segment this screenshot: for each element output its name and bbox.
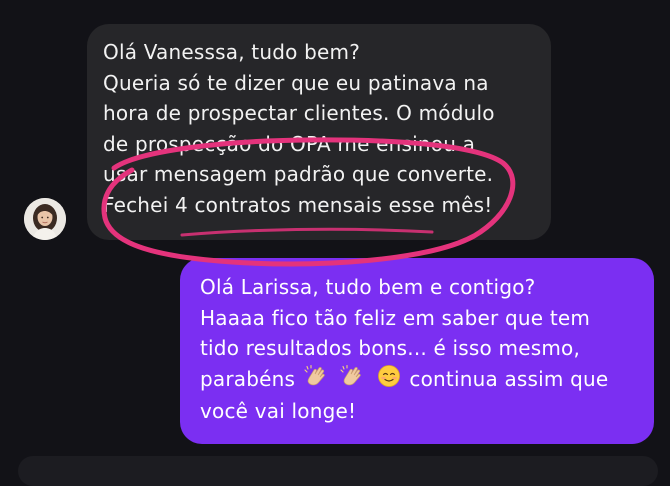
outgoing-text-fragment: parabéns (200, 366, 296, 391)
incoming-message-line: Queria só te dizer que eu patinava na (103, 70, 489, 95)
outgoing-message-line: Olá Larissa, tudo bem e contigo? (200, 275, 536, 299)
outgoing-message-line: você vai longe! (200, 399, 357, 424)
smiling-face-emoji-icon (377, 364, 401, 397)
outgoing-message-bubble[interactable]: Olá Larissa, tudo bem e contigo? Haaaa f… (180, 258, 654, 444)
outgoing-text-fragment: continua assim que (409, 366, 609, 391)
contact-avatar[interactable] (24, 198, 66, 240)
outgoing-message-line: Haaaa fico tão feliz em saber que tem (200, 305, 591, 330)
incoming-message-line: de prospecção do OPA me ensinou a (103, 131, 476, 156)
incoming-message-line: Olá Vanesssa, tudo bem? (103, 40, 361, 64)
incoming-message-line: usar mensagem padrão que converte. (103, 162, 494, 186)
clapping-hands-emoji-icon (340, 364, 366, 397)
avatar-photo-icon (24, 198, 66, 240)
incoming-message-line: Fechei 4 contratos mensais esse mês! (103, 192, 493, 217)
outgoing-message-line: tido resultados bons... é isso mesmo, (200, 336, 581, 360)
incoming-message-line: hora de prospectar clientes. O módulo (103, 101, 495, 125)
incoming-message-bubble[interactable]: Olá Vanesssa, tudo bem? Queria só te diz… (87, 24, 551, 240)
outgoing-message-line-emoji: parabéns continua assim que (200, 364, 644, 397)
next-message-preview (18, 456, 658, 486)
clapping-hands-emoji-icon (304, 364, 330, 397)
chat-thread: Olá Vanesssa, tudo bem? Queria só te diz… (0, 0, 670, 486)
